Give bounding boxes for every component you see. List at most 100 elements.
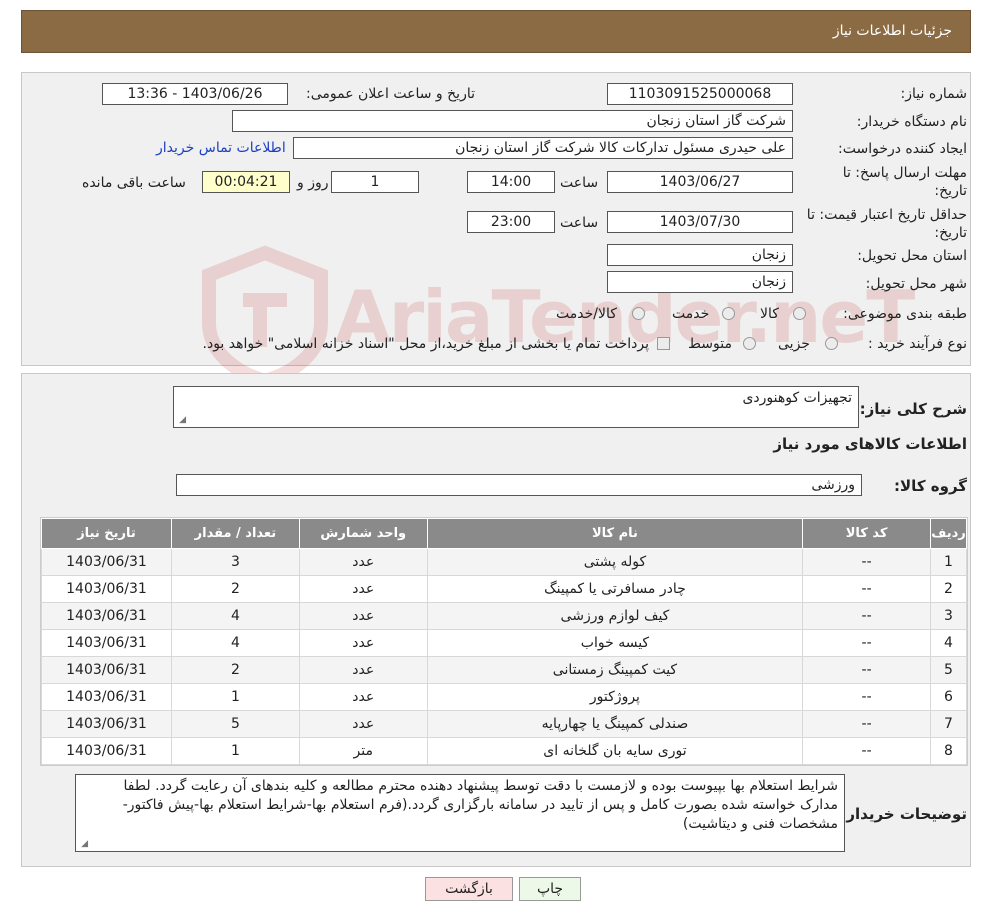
col-header-row-number: ردیف	[930, 518, 967, 549]
cell-goods-code: --	[802, 629, 932, 657]
cell-quantity: 4	[170, 602, 300, 630]
cell-quantity: 3	[170, 548, 300, 576]
cell-unit: عدد	[298, 602, 428, 630]
cell-need-date: 1403/06/31	[41, 629, 172, 657]
process-minor-radio[interactable]	[825, 337, 838, 350]
buyer-notes-text: شرایط استعلام بها بپیوست بوده و لازمست ب…	[122, 778, 838, 832]
cell-goods-name: کیف لوازم ورزشی	[426, 602, 804, 630]
category-service-radio[interactable]	[722, 307, 735, 320]
need-number-field: 1103091525000068	[607, 83, 793, 105]
cell-need-date: 1403/06/31	[41, 710, 172, 738]
cell-goods-code: --	[802, 575, 932, 603]
cell-quantity: 2	[170, 656, 300, 684]
col-header-quantity: تعداد / مقدار	[170, 518, 300, 549]
col-header-goods-code: کد کالا	[802, 518, 932, 549]
process-medium-label: متوسط	[688, 336, 732, 352]
col-header-goods-name: نام کالا	[426, 518, 804, 549]
cell-need-date: 1403/06/31	[41, 548, 172, 576]
process-minor-label: جزیی	[778, 336, 810, 352]
city-label: شهر محل تحویل:	[865, 276, 967, 292]
cell-row-number: 3	[930, 602, 967, 630]
table-row: 2 -- چادر مسافرتی یا کمپینگ عدد 2 1403/06/31	[41, 575, 967, 603]
items-table: ردیف کد کالا نام کالا واحد شمارش تعداد /…	[41, 518, 967, 765]
cell-row-number: 1	[930, 548, 967, 576]
col-header-need-date: تاریخ نیاز	[41, 518, 172, 549]
goods-group-label: گروه کالا:	[894, 477, 967, 495]
province-field: زنجان	[607, 244, 793, 266]
validity-time-label: ساعت	[560, 215, 599, 231]
table-row: 1 -- کوله پشتی عدد 3 1403/06/31	[41, 548, 967, 576]
resize-grip-icon[interactable]: ◢	[177, 416, 186, 425]
category-goods-service-radio[interactable]	[632, 307, 645, 320]
table-row: 6 -- پروژکتور عدد 1 1403/06/31	[41, 683, 967, 711]
table-row: 3 -- کیف لوازم ورزشی عدد 4 1403/06/31	[41, 602, 967, 630]
cell-row-number: 5	[930, 656, 967, 684]
table-header-row: ردیف کد کالا نام کالا واحد شمارش تعداد /…	[41, 518, 967, 549]
cell-row-number: 4	[930, 629, 967, 657]
cell-unit: عدد	[298, 683, 428, 711]
deadline-label-line2: تاریخ:	[934, 183, 967, 199]
cell-quantity: 2	[170, 575, 300, 603]
resize-grip-icon[interactable]: ◢	[79, 840, 88, 849]
cell-goods-name: کیسه خواب	[426, 629, 804, 657]
validity-label-line2: تاریخ:	[934, 225, 967, 241]
validity-time-field: 23:00	[467, 211, 555, 233]
cell-need-date: 1403/06/31	[41, 737, 172, 765]
buyer-org-label: نام دستگاه خریدار:	[856, 114, 967, 130]
cell-goods-name: پروژکتور	[426, 683, 804, 711]
buyer-contact-link[interactable]: اطلاعات تماس خریدار	[156, 140, 286, 156]
cell-goods-name: صندلی کمپینگ یا چهارپایه	[426, 710, 804, 738]
print-button[interactable]: چاپ	[519, 877, 581, 901]
cell-row-number: 2	[930, 575, 967, 603]
category-goods-label: کالا	[760, 306, 779, 322]
cell-goods-code: --	[802, 602, 932, 630]
goods-group-field: ورزشی	[176, 474, 862, 496]
process-medium-radio[interactable]	[743, 337, 756, 350]
cell-unit: عدد	[298, 710, 428, 738]
cell-goods-code: --	[802, 710, 932, 738]
items-table-wrapper: ردیف کد کالا نام کالا واحد شمارش تعداد /…	[40, 517, 968, 766]
cell-goods-name: کیت کمپینگ زمستانی	[426, 656, 804, 684]
cell-row-number: 6	[930, 683, 967, 711]
buyer-org-field: شرکت گاز استان زنجان	[232, 110, 793, 132]
items-table-body: 1 -- کوله پشتی عدد 3 1403/06/31 2 -- چادر مسافرت…	[41, 548, 967, 765]
validity-label-line1: حداقل تاریخ اعتبار قیمت: تا	[806, 207, 967, 223]
deadline-time-field: 14:00	[467, 171, 555, 193]
cell-goods-name: توری سایه بان گلخانه ای	[426, 737, 804, 765]
deadline-time-label: ساعت	[560, 175, 599, 191]
treasury-checkbox[interactable]	[657, 337, 670, 350]
summary-textarea: تجهیزات کوهنوردی ◢	[173, 386, 859, 428]
category-goods-radio[interactable]	[793, 307, 806, 320]
cell-row-number: 8	[930, 737, 967, 765]
cell-quantity: 4	[170, 629, 300, 657]
process-label: نوع فرآیند خرید :	[868, 336, 967, 352]
summary-label: شرح کلی نیاز:	[859, 400, 967, 418]
back-button[interactable]: بازگشت	[425, 877, 513, 901]
deadline-label-line1: مهلت ارسال پاسخ: تا	[842, 165, 967, 181]
summary-text: تجهیزات کوهنوردی	[742, 390, 852, 406]
cell-row-number: 7	[930, 710, 967, 738]
cell-unit: متر	[298, 737, 428, 765]
cell-quantity: 1	[170, 737, 300, 765]
province-label: استان محل تحویل:	[857, 248, 967, 264]
table-row: 4 -- کیسه خواب عدد 4 1403/06/31	[41, 629, 967, 657]
announce-datetime-field: 1403/06/26 - 13:36	[102, 83, 288, 105]
category-goods-service-label: کالا/خدمت	[556, 306, 617, 322]
col-header-unit: واحد شمارش	[298, 518, 428, 549]
countdown-timer: 00:04:21	[202, 171, 290, 193]
validity-date-field: 1403/07/30	[607, 211, 793, 233]
cell-goods-name: کوله پشتی	[426, 548, 804, 576]
cell-need-date: 1403/06/31	[41, 656, 172, 684]
requester-field: علی حیدری مسئول تداركات كالا شرکت گاز اس…	[293, 137, 793, 159]
days-label: روز و	[297, 175, 329, 191]
page-header: جزئیات اطلاعات نیاز	[21, 10, 971, 53]
cell-goods-code: --	[802, 737, 932, 765]
category-label: طبقه بندی موضوعی:	[843, 306, 967, 322]
cell-unit: عدد	[298, 629, 428, 657]
cell-goods-name: چادر مسافرتی یا کمپینگ	[426, 575, 804, 603]
cell-need-date: 1403/06/31	[41, 575, 172, 603]
need-number-label: شماره نیاز:	[900, 86, 968, 102]
buyer-notes-textarea: شرایط استعلام بها بپیوست بوده و لازمست ب…	[75, 774, 845, 852]
table-row: 5 -- کیت کمپینگ زمستانی عدد 2 1403/06/31	[41, 656, 967, 684]
deadline-date-field: 1403/06/27	[607, 171, 793, 193]
